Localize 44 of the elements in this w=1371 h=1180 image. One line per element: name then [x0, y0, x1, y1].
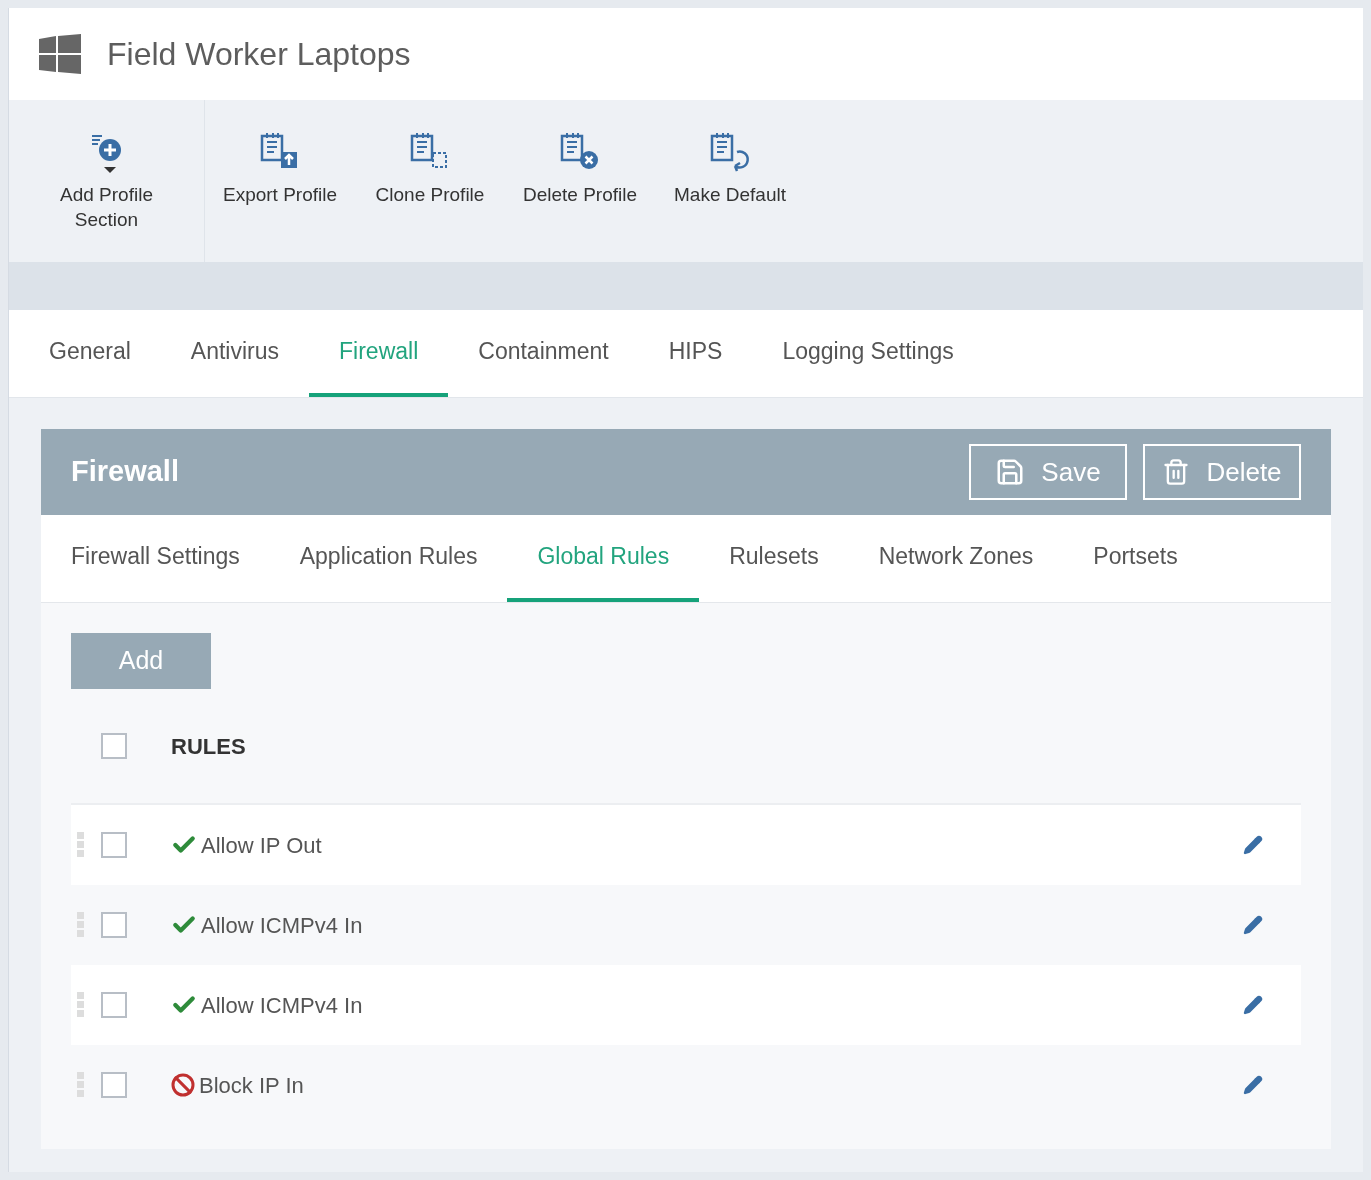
toolbar-button[interactable]: Add Profile Section — [9, 100, 204, 262]
sub-tab[interactable]: Portsets — [1063, 515, 1208, 602]
drag-handle-icon — [77, 912, 84, 938]
column-header: RULES — [171, 732, 246, 761]
toolbar-button[interactable]: Delete Profile — [505, 100, 655, 262]
edit-button[interactable] — [1241, 833, 1265, 857]
rule-row[interactable]: Allow ICMPv4 In — [71, 965, 1301, 1045]
panel-title: Firewall — [71, 454, 180, 490]
edit-button[interactable] — [1241, 913, 1265, 937]
tab[interactable]: HIPS — [638, 310, 753, 397]
document-return-icon — [709, 130, 751, 174]
toolbar-button[interactable]: Clone Profile — [355, 100, 505, 262]
edit-button[interactable] — [1241, 993, 1265, 1017]
tab[interactable]: General — [19, 310, 161, 397]
sub-tab[interactable]: Network Zones — [848, 515, 1064, 602]
drag-handle-icon — [77, 992, 84, 1018]
sub-tab[interactable]: Rulesets — [699, 515, 849, 602]
rule-name: Block IP In — [199, 1071, 304, 1100]
rule-name: Allow ICMPv4 In — [201, 911, 363, 940]
toolbar-button[interactable]: Make Default — [655, 100, 805, 262]
rule-row[interactable]: Allow IP Out — [71, 805, 1301, 885]
pencil-icon — [1243, 915, 1263, 935]
pencil-icon — [1243, 995, 1263, 1015]
tab[interactable]: Logging Settings — [752, 310, 984, 397]
rule-name: Allow IP Out — [201, 831, 322, 860]
drag-handle-icon — [77, 1072, 84, 1098]
toolbar-button[interactable]: Export Profile — [205, 100, 355, 262]
checkbox[interactable] — [101, 832, 127, 858]
tab[interactable]: Antivirus — [160, 310, 310, 397]
checkbox[interactable] — [101, 912, 127, 938]
tab[interactable]: Containment — [448, 310, 639, 397]
sub-tab[interactable]: Firewall Settings — [41, 515, 270, 602]
blocked-icon — [171, 1073, 195, 1097]
checkbox[interactable] — [101, 992, 127, 1018]
edit-button[interactable] — [1241, 1073, 1265, 1097]
checkbox[interactable] — [101, 733, 127, 759]
checkbox[interactable] — [101, 1072, 127, 1098]
rule-name: Allow ICMPv4 In — [201, 991, 363, 1020]
windows-logo-icon — [39, 34, 81, 74]
sub-tab[interactable]: Application Rules — [269, 515, 508, 602]
page-title: Field Worker Laptops — [107, 35, 411, 74]
drag-handle-icon — [77, 832, 84, 858]
pencil-icon — [1243, 1075, 1263, 1095]
pencil-icon — [1243, 835, 1263, 855]
